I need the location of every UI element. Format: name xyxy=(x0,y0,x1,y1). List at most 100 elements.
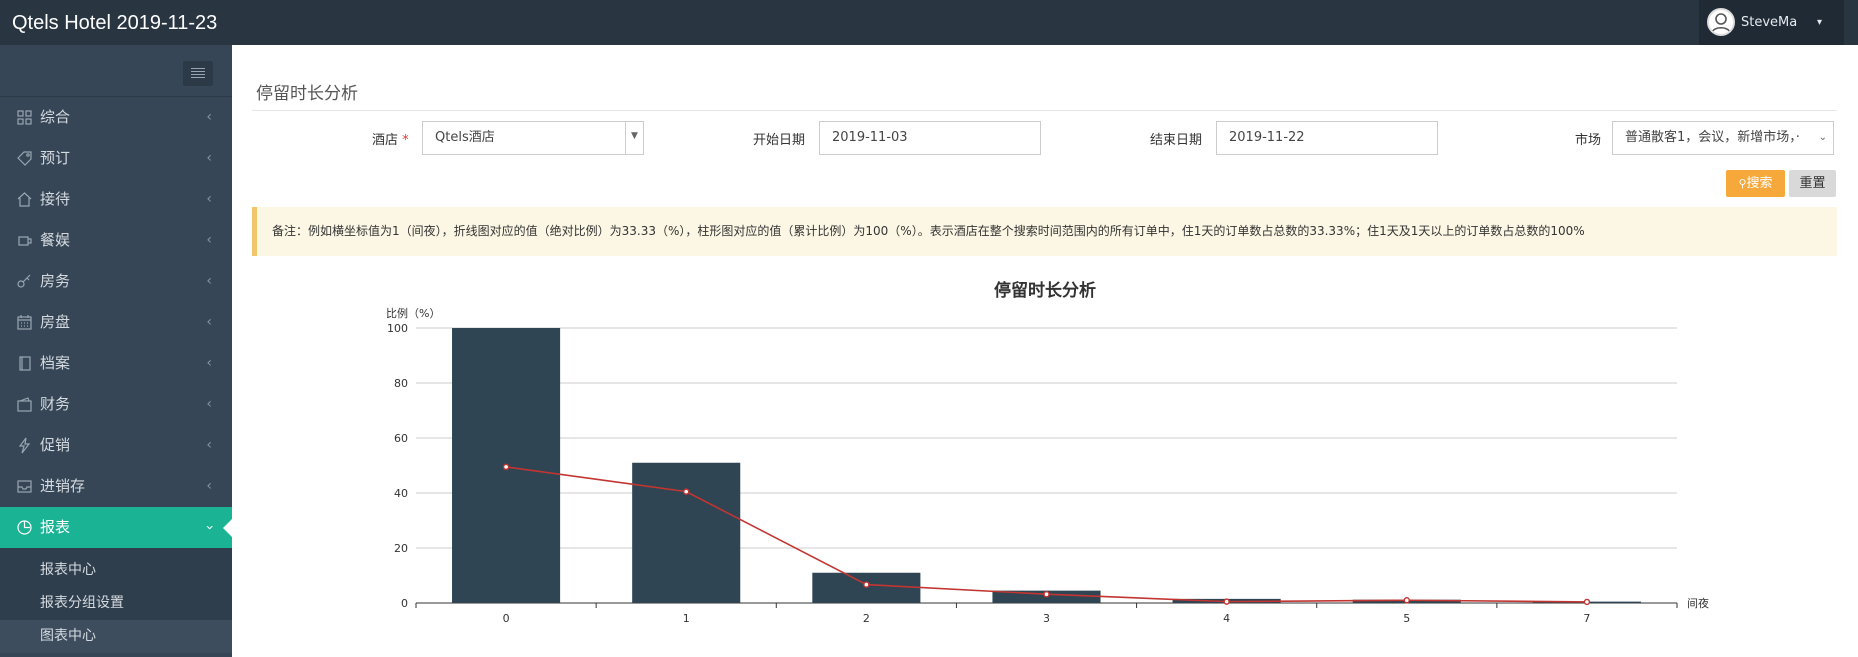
line-point xyxy=(1223,598,1230,605)
market-select[interactable]: 普通散客1，会议，新增市场，· ⌄ xyxy=(1612,121,1834,155)
chevron-left-icon: ‹ xyxy=(206,396,212,412)
grid-icon xyxy=(14,97,34,138)
x-tick-label: 3 xyxy=(1043,612,1050,625)
main-content: 停留时长分析 酒店 * Qtels酒店 ▼ 开始日期 2019-11-03 结束… xyxy=(232,45,1858,657)
start-date-input[interactable]: 2019-11-03 xyxy=(819,121,1041,155)
chevron-left-icon: ‹ xyxy=(206,191,212,207)
hotel-label-text: 酒店 xyxy=(372,133,399,148)
home-icon xyxy=(14,179,34,220)
bolt-icon xyxy=(14,425,34,466)
avatar-icon xyxy=(1707,8,1735,36)
sidebar-item-8[interactable]: 促销 ‹ xyxy=(0,425,232,466)
market-select-value: 普通散客1，会议，新增市场，· xyxy=(1625,130,1800,145)
y-tick-label: 40 xyxy=(394,487,408,500)
bar-mark xyxy=(812,572,921,603)
key-icon xyxy=(14,261,34,302)
chevron-left-icon: ‹ xyxy=(206,437,212,453)
divider xyxy=(252,110,1837,111)
end-date-label: 结束日期 xyxy=(1150,133,1203,148)
sidebar-item-1[interactable]: 预订 ‹ xyxy=(0,138,232,179)
sidebar-item-label: 房盘 xyxy=(40,313,71,331)
active-indicator xyxy=(223,519,232,537)
line-point xyxy=(1043,591,1050,598)
sidebar-item-4[interactable]: 房务 ‹ xyxy=(0,261,232,302)
sidebar-item-label: 财务 xyxy=(40,395,71,413)
chevron-down-icon: ▾ xyxy=(1817,17,1823,28)
required-mark: * xyxy=(402,133,409,148)
chevron-left-icon: ‹ xyxy=(206,232,212,248)
chevron-left-icon: ‹ xyxy=(206,314,212,330)
hotel-label: 酒店 * xyxy=(372,129,409,148)
sidebar-item-label: 进销存 xyxy=(40,477,86,495)
chart-title: 停留时长分析 xyxy=(994,280,1096,301)
sidebar-item-label: 档案 xyxy=(40,354,71,372)
page-title: 停留时长分析 xyxy=(256,84,358,104)
line-point xyxy=(1583,598,1591,606)
sidebar-item-3[interactable]: 餐娱 ‹ xyxy=(0,220,232,261)
sidebar-item-5[interactable]: 房盘 ‹ xyxy=(0,302,232,343)
submenu-item-2[interactable]: 图表中心 xyxy=(0,620,232,653)
line-point xyxy=(502,463,510,471)
x-tick-label: 5 xyxy=(1403,612,1410,625)
chevron-left-icon: ‹ xyxy=(206,478,212,494)
inbox-icon xyxy=(14,466,34,507)
hotel-select-value: Qtels酒店 xyxy=(435,130,495,145)
x-axis-label: 间夜 xyxy=(1687,596,1709,610)
search-button[interactable]: ⚲搜索 xyxy=(1726,170,1785,197)
sidebar-item-0[interactable]: 综合 ‹ xyxy=(0,97,232,138)
sidebar-item-label: 餐娱 xyxy=(40,231,71,249)
search-icon: ⚲ xyxy=(1738,177,1747,190)
chevron-left-icon: ‹ xyxy=(206,109,212,125)
menu-toggle-button[interactable] xyxy=(183,61,213,86)
start-date-value: 2019-11-03 xyxy=(832,130,908,145)
book-icon xyxy=(14,343,34,384)
sidebar-item-label: 综合 xyxy=(40,108,71,126)
reset-button[interactable]: 重置 xyxy=(1789,170,1836,197)
cup-icon xyxy=(14,220,34,261)
start-date-label: 开始日期 xyxy=(753,133,806,148)
tag-icon xyxy=(14,138,34,179)
hotel-select[interactable]: Qtels酒店 ▼ xyxy=(422,121,644,155)
chevron-left-icon: ‹ xyxy=(206,355,212,371)
sidebar-item-label: 接待 xyxy=(40,190,71,208)
sidebar-item-7[interactable]: 财务 ‹ xyxy=(0,384,232,425)
app-title: Qtels Hotel 2019-11-23 xyxy=(12,12,218,34)
x-tick-label: 1 xyxy=(683,612,690,625)
x-tick-label: 7 xyxy=(1583,612,1590,625)
chevron-down-icon: ▼ xyxy=(625,122,643,154)
stay-duration-chart: 停留时长分析比例（%） 0 20 40 60 80 100 0 1 2 3 4 5 7 间夜 xyxy=(386,280,1709,625)
sidebar-menu: 综合 ‹ 预订 ‹ 接待 ‹ 餐娱 ‹ 房务 ‹ 房盘 ‹ 档案 ‹ 财务 ‹ 促销 ‹ 进销存 ‹ 报表 › 报表中心 报表… xyxy=(0,97,232,653)
sidebar-item-2[interactable]: 接待 ‹ xyxy=(0,179,232,220)
sidebar-submenu: 报表中心 报表分组设置 图表中心 xyxy=(0,548,232,653)
y-tick-label: 60 xyxy=(394,432,408,445)
x-tick-label: 2 xyxy=(863,612,870,625)
sidebar-header xyxy=(0,45,232,97)
sidebar-item-label: 预订 xyxy=(40,149,71,167)
chevron-left-icon: ‹ xyxy=(206,150,212,166)
line-point xyxy=(683,488,690,495)
bar-mark xyxy=(632,462,741,603)
note-banner: 备注：例如横坐标值为1（间夜），折线图对应的值（绝对比例）为33.33（%），柱… xyxy=(252,207,1837,256)
sidebar-item-10[interactable]: 报表 › xyxy=(0,507,232,548)
y-tick-label: 80 xyxy=(394,377,408,390)
line-point xyxy=(1403,597,1410,604)
sidebar-item-9[interactable]: 进销存 ‹ xyxy=(0,466,232,507)
y-tick-label: 20 xyxy=(394,542,408,555)
market-label: 市场 xyxy=(1575,133,1602,148)
x-tick-label: 0 xyxy=(503,612,510,625)
line-point xyxy=(863,581,870,588)
submenu-item-0[interactable]: 报表中心 xyxy=(0,554,232,587)
pie-icon xyxy=(14,507,34,548)
chevron-left-icon: ‹ xyxy=(206,273,212,289)
user-menu[interactable]: SteveMa ▾ xyxy=(1699,0,1844,45)
chevron-down-icon: ⌄ xyxy=(1818,132,1827,143)
submenu-item-1[interactable]: 报表分组设置 xyxy=(0,587,232,620)
y-axis-label: 比例（%） xyxy=(386,306,440,320)
sidebar: 综合 ‹ 预订 ‹ 接待 ‹ 餐娱 ‹ 房务 ‹ 房盘 ‹ 档案 ‹ 财务 ‹ 促销 ‹ 进销存 ‹ 报表 › 报表中心 报表… xyxy=(0,45,232,657)
y-tick-label: 0 xyxy=(401,597,408,610)
x-tick-label: 4 xyxy=(1223,612,1230,625)
search-button-label: 搜索 xyxy=(1746,176,1773,191)
end-date-input[interactable]: 2019-11-22 xyxy=(1216,121,1438,155)
sidebar-item-label: 房务 xyxy=(40,272,71,290)
sidebar-item-6[interactable]: 档案 ‹ xyxy=(0,343,232,384)
